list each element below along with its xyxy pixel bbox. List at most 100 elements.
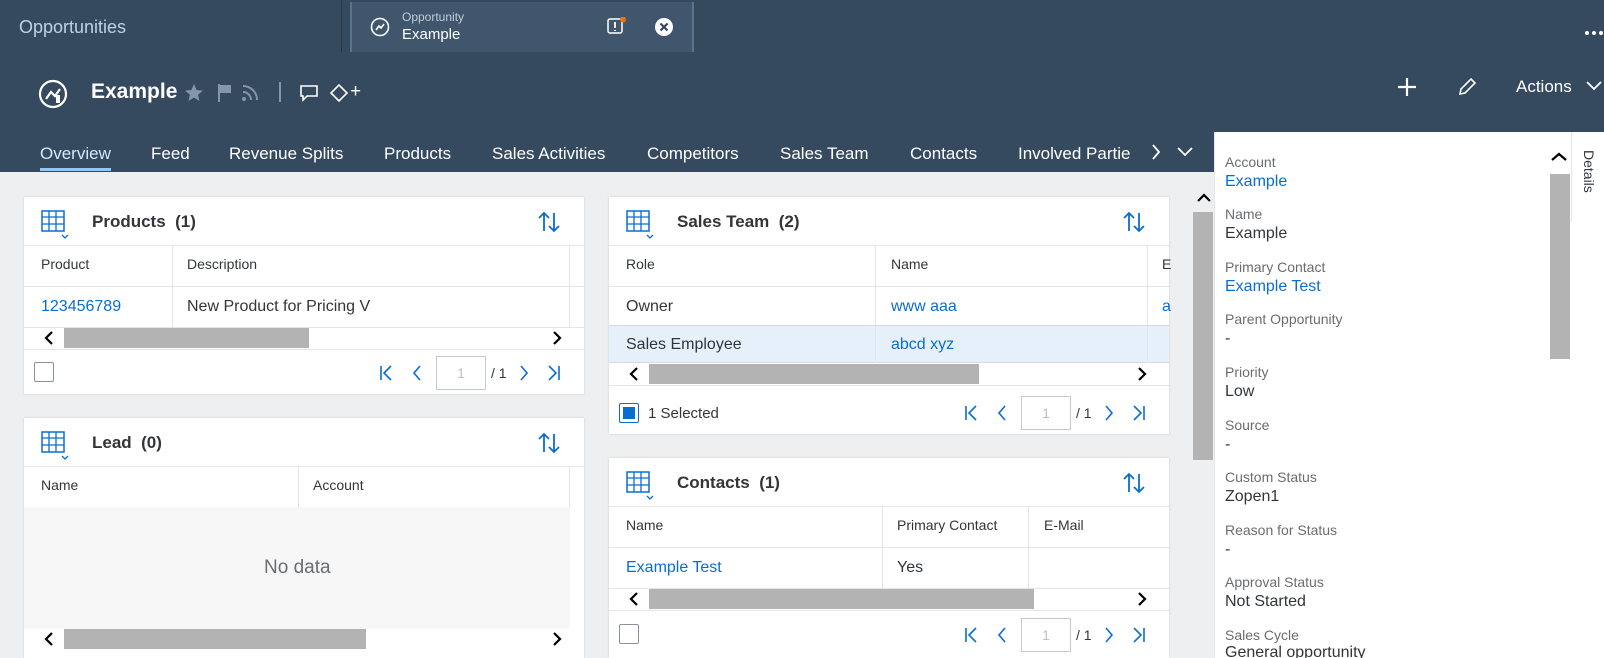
nav-scroll-right-icon[interactable] [1151, 144, 1161, 160]
page-number-input[interactable]: 1 [436, 356, 486, 390]
flag-icon[interactable] [217, 83, 233, 103]
rss-follow-icon[interactable] [241, 84, 259, 102]
tab-revenue-splits[interactable]: Revenue Splits [229, 144, 343, 164]
add-tag-button[interactable]: + [350, 81, 361, 103]
tab-involved-parties[interactable]: Involved Partie [1018, 144, 1130, 164]
add-icon[interactable] [1396, 76, 1418, 98]
tag-icon[interactable] [330, 84, 348, 102]
sort-icon[interactable] [1122, 210, 1146, 234]
comment-icon[interactable] [300, 84, 318, 102]
chevron-down-icon[interactable] [1586, 81, 1602, 91]
table-grid-icon[interactable] [626, 471, 656, 501]
scrollbar-thumb[interactable] [649, 589, 1034, 609]
select-all-checkbox[interactable] [619, 403, 639, 423]
horizontal-scrollbar[interactable] [609, 589, 1169, 609]
table-grid-icon[interactable] [41, 210, 71, 240]
email-link[interactable]: a [1162, 298, 1171, 316]
column-header-name[interactable]: Name [41, 477, 78, 493]
tab-competitors[interactable]: Competitors [647, 144, 739, 164]
column-header-description[interactable]: Description [187, 256, 257, 272]
first-page-icon[interactable] [964, 405, 978, 421]
scroll-right-icon[interactable] [552, 632, 562, 646]
tab-sales-team[interactable]: Sales Team [780, 144, 869, 164]
horizontal-scrollbar[interactable] [24, 328, 584, 348]
sort-icon[interactable] [537, 210, 561, 234]
column-header-email[interactable]: E-Mail [1044, 517, 1084, 533]
table-grid-icon[interactable] [41, 431, 71, 461]
last-page-icon[interactable] [547, 365, 561, 381]
details-tab[interactable]: Details [1571, 132, 1604, 222]
scroll-left-icon[interactable] [44, 632, 54, 646]
column-header-role[interactable]: Role [626, 256, 655, 272]
field-value-primary-contact[interactable]: Example Test [1225, 278, 1321, 296]
edit-icon[interactable] [1457, 77, 1477, 97]
tab-opportunities[interactable]: Opportunities [0, 0, 342, 52]
field-label-sales-cycle: Sales Cycle [1225, 627, 1299, 643]
table-row[interactable]: Owner www aaa a [609, 287, 1171, 325]
scrollbar-thumb[interactable] [64, 629, 366, 649]
scrollbar-thumb[interactable] [1193, 212, 1213, 460]
last-page-icon[interactable] [1132, 405, 1146, 421]
favorite-star-icon[interactable] [184, 83, 204, 103]
tab-sales-activities[interactable]: Sales Activities [492, 144, 605, 164]
table-grid-icon[interactable] [626, 210, 656, 240]
select-all-checkbox[interactable] [619, 624, 639, 644]
column-header-name[interactable]: Name [891, 256, 928, 272]
opportunity-icon [370, 17, 390, 37]
actions-menu-button[interactable]: Actions [1516, 77, 1572, 97]
column-divider [1028, 548, 1029, 588]
first-page-icon[interactable] [964, 627, 978, 643]
notification-icon[interactable] [606, 17, 626, 37]
last-page-icon[interactable] [1132, 627, 1146, 643]
employee-name-link[interactable]: www aaa [891, 298, 957, 316]
prev-page-icon[interactable] [997, 627, 1007, 643]
scroll-left-icon[interactable] [629, 592, 639, 606]
chevron-up-icon[interactable] [1197, 193, 1211, 203]
next-page-icon[interactable] [1104, 405, 1114, 421]
scrollbar-thumb[interactable] [649, 364, 979, 384]
column-header-account[interactable]: Account [313, 477, 364, 493]
first-page-icon[interactable] [379, 365, 393, 381]
horizontal-scrollbar[interactable] [24, 629, 584, 649]
overflow-icon[interactable] [1584, 30, 1604, 36]
employee-name-link[interactable]: abcd xyz [891, 336, 954, 354]
opportunity-icon [38, 79, 68, 109]
table-row[interactable]: 123456789 New Product for Pricing V [24, 287, 584, 327]
tab-products[interactable]: Products [384, 144, 451, 164]
table-row-selected[interactable]: Sales Employee abcd xyz [609, 325, 1169, 363]
column-divider [569, 246, 570, 286]
tab-opportunity-example[interactable]: Opportunity Example [350, 2, 694, 52]
scroll-right-icon[interactable] [1137, 592, 1147, 606]
column-header-name[interactable]: Name [626, 517, 663, 533]
content-vertical-scrollbar[interactable] [1193, 190, 1213, 658]
scroll-left-icon[interactable] [629, 367, 639, 381]
contact-name-link[interactable]: Example Test [626, 559, 722, 577]
sort-icon[interactable] [1122, 471, 1146, 495]
product-id-link[interactable]: 123456789 [41, 298, 121, 316]
tab-overview[interactable]: Overview [40, 144, 111, 164]
next-page-icon[interactable] [519, 365, 529, 381]
next-page-icon[interactable] [1104, 627, 1114, 643]
page-number-input[interactable]: 1 [1021, 396, 1071, 430]
chevron-down-icon[interactable] [1177, 147, 1193, 157]
column-header-primary-contact[interactable]: Primary Contact [897, 517, 997, 533]
select-all-checkbox[interactable] [34, 362, 54, 382]
chevron-up-icon[interactable] [1551, 152, 1567, 162]
column-header-email[interactable]: E [1162, 256, 1171, 272]
close-icon[interactable] [654, 17, 674, 37]
scroll-left-icon[interactable] [44, 331, 54, 345]
scroll-right-icon[interactable] [552, 331, 562, 345]
prev-page-icon[interactable] [412, 365, 422, 381]
tab-feed[interactable]: Feed [151, 144, 190, 164]
column-header-product[interactable]: Product [41, 256, 89, 272]
sort-icon[interactable] [537, 431, 561, 455]
page-number-input[interactable]: 1 [1021, 618, 1071, 652]
scrollbar-thumb[interactable] [64, 328, 309, 348]
table-row[interactable]: Example Test Yes [609, 548, 1169, 588]
tab-contacts[interactable]: Contacts [910, 144, 977, 164]
field-value-account[interactable]: Example [1225, 173, 1287, 191]
horizontal-scrollbar[interactable] [609, 364, 1169, 384]
details-scrollbar-thumb[interactable] [1550, 174, 1570, 359]
scroll-right-icon[interactable] [1137, 367, 1147, 381]
prev-page-icon[interactable] [997, 405, 1007, 421]
